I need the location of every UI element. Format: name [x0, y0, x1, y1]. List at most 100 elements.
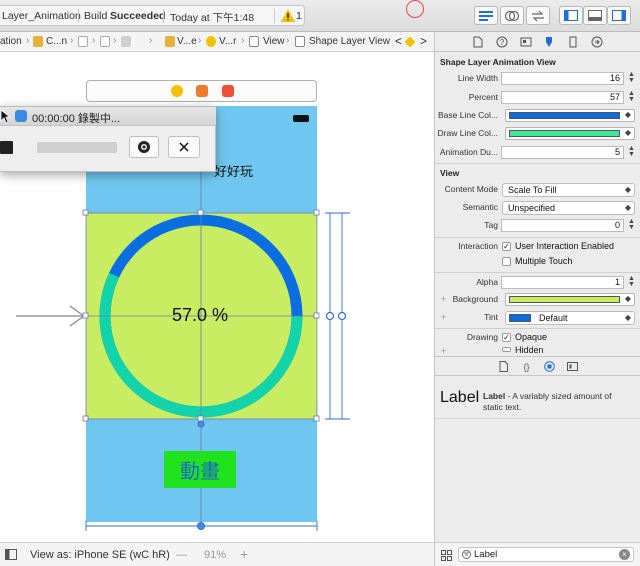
attributes-inspector-icon[interactable]: [543, 36, 555, 48]
interface-builder-canvas[interactable]: 好好玩 57.0 % 動畫 00:00:00 錄製中...: [0, 52, 434, 542]
opaque-checkbox[interactable]: ✓: [502, 333, 511, 342]
jumpbar-item-controller[interactable]: V...r: [219, 36, 236, 47]
percent-stepper[interactable]: ▲ ▼: [627, 90, 636, 104]
code-snippet-icon[interactable]: {}: [521, 361, 532, 372]
library-filter-bar: Label ×: [435, 542, 640, 566]
base-line-color-well[interactable]: ◆: [505, 109, 635, 122]
base-line-color-label: Base Line Col...: [437, 110, 498, 120]
view-controller-icon[interactable]: [171, 85, 183, 97]
recording-indicator-icon: [406, 0, 424, 18]
jumpbar-item-shape-layer-view[interactable]: Shape Layer View: [309, 36, 390, 47]
storyboard-file-icon: [78, 36, 88, 47]
chevron-updown-icon: ◆: [624, 110, 631, 119]
document-outline-toggle-icon[interactable]: [5, 549, 17, 560]
animate-button[interactable]: 動畫: [164, 451, 236, 488]
media-library-icon[interactable]: [567, 361, 578, 372]
user-interaction-checkbox[interactable]: ✓: [502, 242, 511, 251]
quick-help-icon[interactable]: ?: [496, 36, 508, 48]
constraint-handle[interactable]: [197, 522, 205, 530]
alpha-field[interactable]: 1: [501, 276, 624, 289]
hidden-checkbox[interactable]: [502, 347, 511, 352]
semantic-popup[interactable]: Unspecified ◆: [502, 201, 635, 215]
grid-view-icon[interactable]: [441, 550, 452, 561]
standard-editor-button[interactable]: [474, 6, 498, 25]
tint-popup[interactable]: Default ◆: [505, 311, 635, 325]
chevron-right-icon: ›: [286, 35, 290, 46]
divider: [435, 328, 640, 329]
constraint-handle[interactable]: [337, 311, 347, 321]
recording-progress: [37, 142, 117, 153]
navigator-toggle-button[interactable]: [559, 6, 583, 25]
tint-label: Tint: [484, 312, 498, 322]
jumpbar-item-view[interactable]: View: [263, 36, 285, 47]
camera-button[interactable]: [129, 136, 159, 158]
stop-recording-button[interactable]: [0, 141, 13, 154]
nav-next-button[interactable]: >: [420, 34, 427, 48]
connections-inspector-icon[interactable]: [591, 36, 603, 48]
warning-diamond-icon[interactable]: [404, 36, 416, 48]
jumpbar-item-scene[interactable]: V...e: [177, 36, 197, 47]
build-status: Succeeded: [110, 10, 166, 22]
library-filter-input[interactable]: Label ×: [458, 547, 634, 562]
line-width-stepper[interactable]: ▲ ▼: [627, 71, 636, 85]
inspector-panel: ? Shape Layer Animation View Line Width …: [434, 32, 640, 566]
file-template-icon[interactable]: [498, 361, 509, 372]
animation-duration-stepper[interactable]: ▲ ▼: [627, 145, 636, 159]
assistant-editor-icon: [505, 10, 519, 21]
percent-label[interactable]: 57.0 %: [150, 305, 250, 326]
zoom-in-button[interactable]: +: [240, 546, 248, 562]
tag-field[interactable]: 0: [501, 219, 624, 232]
jumpbar-item-project[interactable]: ation: [0, 36, 22, 47]
add-variation-button[interactable]: +: [441, 312, 446, 322]
canvas-bottom-bar: View as: iPhone SE (wC hR) — 91% +: [0, 542, 434, 566]
percent-field[interactable]: 57: [501, 91, 624, 104]
jumpbar-item-group[interactable]: C...n: [46, 36, 67, 47]
object-library-icon[interactable]: [544, 361, 555, 372]
debug-area-toggle-button[interactable]: [583, 6, 607, 25]
opaque-text: Opaque: [515, 332, 548, 342]
divider: [78, 9, 79, 23]
library-item-desc-title: Label: [483, 391, 506, 401]
library-item-label[interactable]: Label Label - A variably sized amount of…: [435, 377, 640, 419]
file-icon: [100, 36, 110, 47]
library-tabs: {}: [435, 356, 640, 376]
line-width-field[interactable]: 16: [501, 72, 624, 85]
close-button[interactable]: [168, 136, 200, 158]
inspector-tabs: ?: [435, 32, 640, 52]
alpha-stepper[interactable]: ▲ ▼: [627, 275, 636, 289]
view-as-device[interactable]: View as: iPhone SE (wC hR): [30, 549, 170, 561]
view-controller-scene-icon: [165, 36, 175, 47]
warning-icon[interactable]: [281, 9, 295, 22]
add-variation-button[interactable]: +: [441, 346, 446, 356]
zoom-level[interactable]: 91%: [204, 549, 226, 561]
color-swatch: [509, 296, 620, 303]
build-time: Today at 下午1:48: [170, 12, 255, 24]
constraint-handle[interactable]: [325, 311, 335, 321]
multiple-touch-checkbox[interactable]: [502, 257, 511, 266]
percent-prop-label: Percent: [468, 92, 498, 102]
clear-filter-icon[interactable]: ×: [619, 549, 630, 560]
version-editor-button[interactable]: [526, 6, 550, 25]
chevron-right-icon: ›: [70, 35, 74, 46]
animation-duration-field[interactable]: 5: [501, 146, 624, 159]
draw-line-color-well[interactable]: ◆: [505, 127, 635, 140]
title-label[interactable]: 好好玩: [214, 161, 253, 180]
file-inspector-icon[interactable]: [472, 36, 484, 48]
exit-icon[interactable]: [222, 85, 234, 97]
tag-stepper[interactable]: ▲ ▼: [627, 218, 636, 232]
chevron-right-icon: ›: [92, 35, 96, 46]
add-variation-button[interactable]: +: [441, 294, 446, 304]
background-color-well[interactable]: ◆: [505, 293, 635, 306]
animation-duration-label: Animation Du...: [439, 147, 498, 157]
zoom-out-button[interactable]: —: [176, 549, 187, 561]
size-inspector-icon[interactable]: [567, 36, 579, 48]
view-controller-icon: [206, 36, 216, 47]
first-responder-icon[interactable]: [196, 85, 208, 97]
utilities-toggle-button[interactable]: [607, 6, 631, 25]
library-filter-value: Label: [474, 549, 498, 560]
nav-prev-button[interactable]: <: [395, 34, 402, 48]
assistant-editor-button[interactable]: [500, 6, 524, 25]
identity-inspector-icon[interactable]: [520, 36, 532, 48]
view-icon: [249, 36, 259, 47]
content-mode-popup[interactable]: Scale To Fill ◆: [502, 183, 635, 197]
